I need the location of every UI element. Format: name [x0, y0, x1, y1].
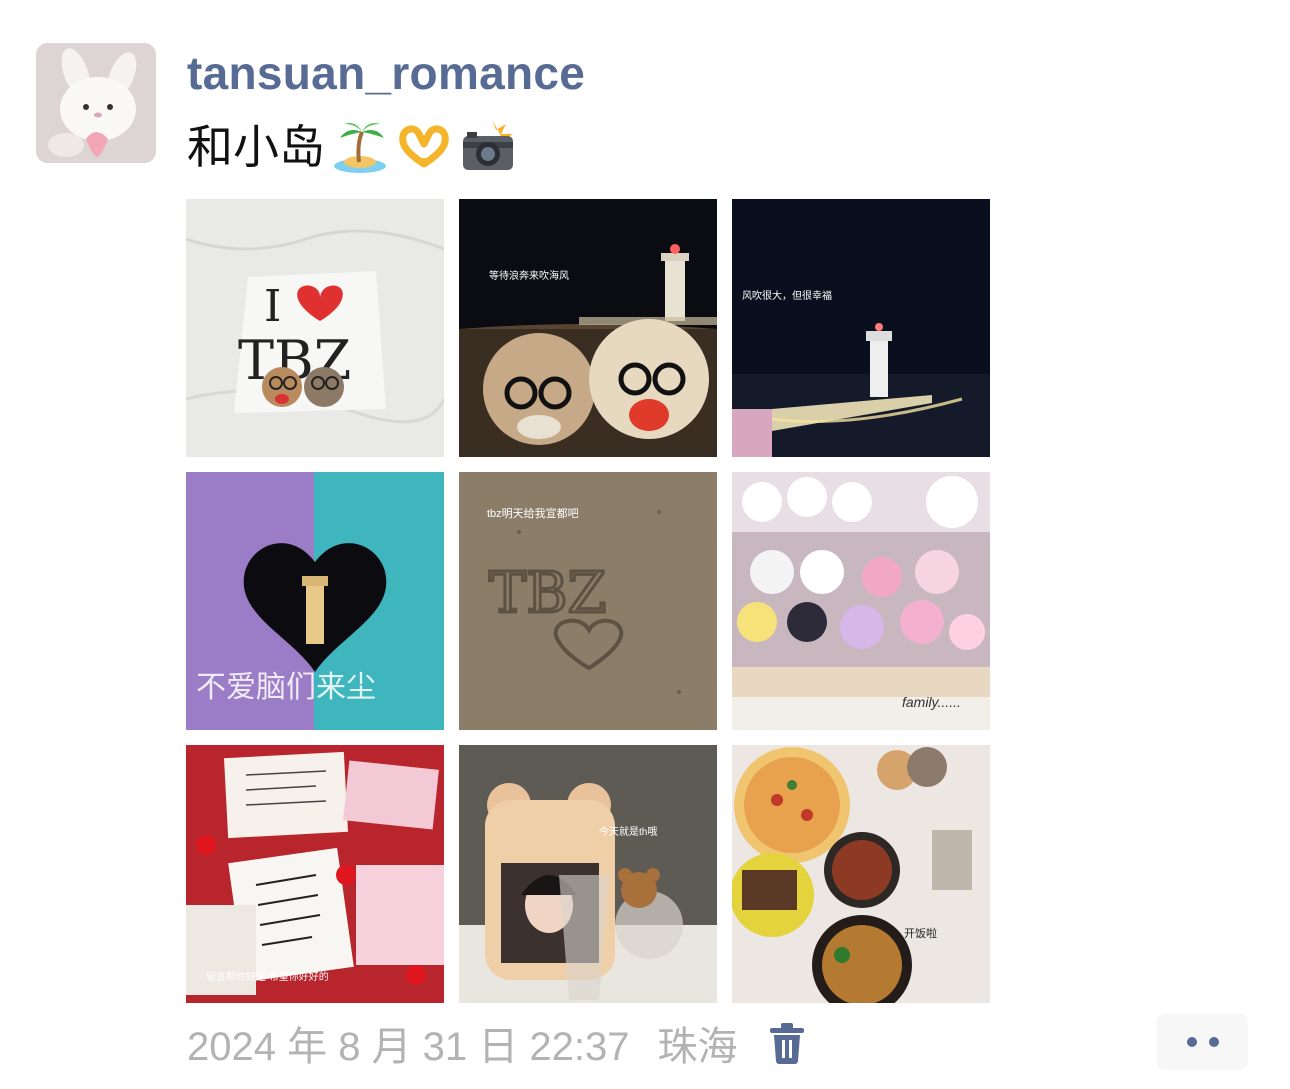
- svg-text:TBZ: TBZ: [489, 561, 606, 626]
- more-dots-icon[interactable]: [1157, 1014, 1248, 1070]
- post-footer: 2024 年 8 月 31 日 22:37 珠海: [187, 1015, 806, 1071]
- heart-hands-emoji: [399, 125, 449, 168]
- photo-8[interactable]: 今天就是th哦: [459, 745, 717, 1003]
- post-location[interactable]: 珠海: [658, 1014, 738, 1072]
- palm-island-emoji: [334, 123, 386, 173]
- photo-2-overlay: 等待浪奔来吹海风: [489, 269, 569, 282]
- photo-6[interactable]: family......: [732, 472, 990, 730]
- photo-grid: I TBZ 等待浪奔来吹海风 风吹很大，但很幸福 不爱脑们来尘 tbz明天给我宣…: [186, 199, 990, 1003]
- post-caption: 和小岛: [187, 118, 517, 176]
- photo-5-overlay: tbz明天给我宣都吧: [487, 506, 579, 520]
- photo-1[interactable]: I TBZ: [186, 199, 444, 457]
- caption-text: 和小岛: [187, 120, 325, 174]
- post-timestamp: 2024 年 8 月 31 日 22:37: [187, 1025, 630, 1069]
- camera-flash-emoji: [463, 120, 513, 170]
- more-dot-left: [1186, 1037, 1197, 1047]
- username-link[interactable]: tansuan_romance: [187, 44, 585, 102]
- photo-9-overlay: 开饭啦: [904, 926, 937, 940]
- plush-bunny-image: [36, 43, 156, 163]
- photo-4[interactable]: 不爱脑们来尘: [186, 472, 444, 730]
- photo-8-overlay: 今天就是th哦: [599, 825, 657, 838]
- photo-2[interactable]: 等待浪奔来吹海风: [459, 199, 717, 457]
- photo-4-overlay: 不爱脑们来尘: [196, 671, 376, 704]
- photo-7-overlay: 留言帮你好运 希望你好好的: [206, 970, 329, 983]
- avatar[interactable]: [36, 43, 156, 163]
- photo-5[interactable]: tbz明天给我宣都吧 TBZ: [459, 472, 717, 730]
- photo-3[interactable]: 风吹很大，但很幸福: [732, 199, 990, 457]
- more-dot-right: [1208, 1037, 1219, 1047]
- photo-7[interactable]: 留言帮你好运 希望你好好的: [186, 745, 444, 1003]
- svg-text:I: I: [264, 281, 281, 332]
- photo-9[interactable]: 开饭啦: [732, 745, 990, 1003]
- photo-6-overlay: family......: [902, 694, 961, 710]
- trash-icon[interactable]: [768, 1022, 806, 1064]
- photo-3-overlay: 风吹很大，但很幸福: [742, 289, 832, 302]
